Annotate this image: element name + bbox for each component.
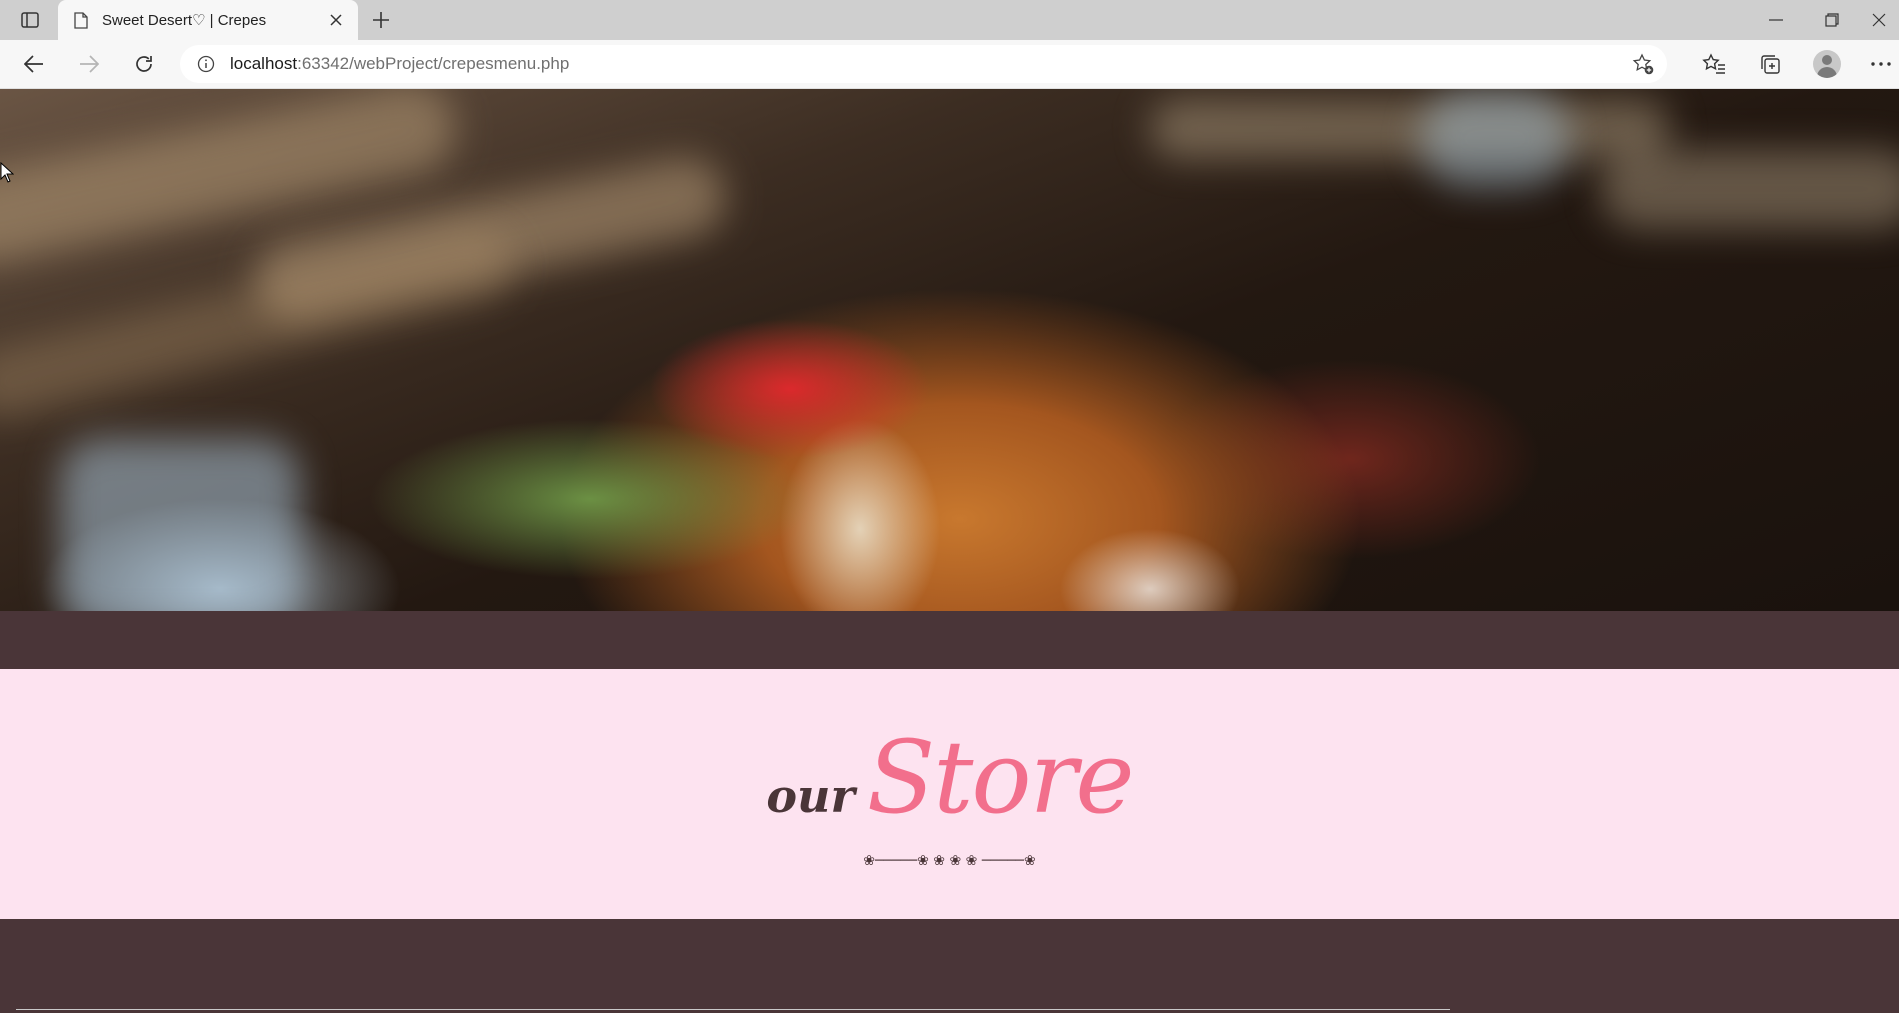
hero-image	[0, 89, 1899, 611]
light-stripe	[1150, 99, 1670, 159]
tab-actions-icon[interactable]	[14, 8, 46, 32]
store-heading: our Store	[0, 719, 1899, 836]
page-icon	[74, 11, 90, 29]
tab-title: Sweet Desert♡ | Crepes	[102, 12, 267, 29]
store-section: our Store ❀─────❀ ❀ ❀ ❀ ─────❀	[0, 669, 1899, 919]
dark-band-bottom	[0, 919, 1899, 1013]
tab-close-icon[interactable]	[322, 6, 350, 34]
tab-strip: Sweet Desert♡ | Crepes	[0, 0, 1899, 40]
plus-icon[interactable]	[366, 6, 396, 34]
light-stripe	[1420, 89, 1570, 189]
profile-button[interactable]	[1809, 48, 1845, 80]
store-heading-big: Store	[866, 719, 1135, 836]
collections-icon[interactable]	[1752, 48, 1788, 80]
dark-band-top	[0, 611, 1899, 669]
divider-line	[16, 1009, 1450, 1010]
avatar-icon	[1813, 50, 1841, 78]
light-stripe	[0, 222, 521, 426]
forward-arrow-icon[interactable]	[71, 48, 107, 80]
info-icon[interactable]	[196, 54, 216, 74]
favorites-icon[interactable]	[1696, 48, 1732, 80]
active-tab[interactable]: Sweet Desert♡ | Crepes	[58, 0, 358, 40]
window-close-icon[interactable]	[1859, 0, 1899, 40]
address-bar[interactable]: localhost:63342/webProject/crepesmenu.ph…	[180, 45, 1667, 83]
ornament-divider: ❀─────❀ ❀ ❀ ❀ ─────❀	[863, 853, 1036, 869]
star-plus-icon[interactable]	[1629, 50, 1657, 78]
minimize-icon[interactable]	[1748, 0, 1804, 40]
back-arrow-icon[interactable]	[16, 48, 52, 80]
plate-highlight	[60, 439, 300, 611]
url-path: :63342/webProject/crepesmenu.php	[297, 54, 570, 73]
url-text: localhost:63342/webProject/crepesmenu.ph…	[230, 54, 1629, 74]
restore-icon[interactable]	[1804, 0, 1860, 40]
light-stripe	[1600, 149, 1899, 229]
url-host: localhost	[230, 54, 298, 73]
browser-toolbar: localhost:63342/webProject/crepesmenu.ph…	[0, 40, 1899, 89]
mouse-cursor-icon	[0, 162, 14, 183]
ellipsis-icon[interactable]	[1866, 48, 1896, 80]
refresh-icon[interactable]	[126, 48, 162, 80]
store-heading-small: our	[766, 769, 855, 823]
